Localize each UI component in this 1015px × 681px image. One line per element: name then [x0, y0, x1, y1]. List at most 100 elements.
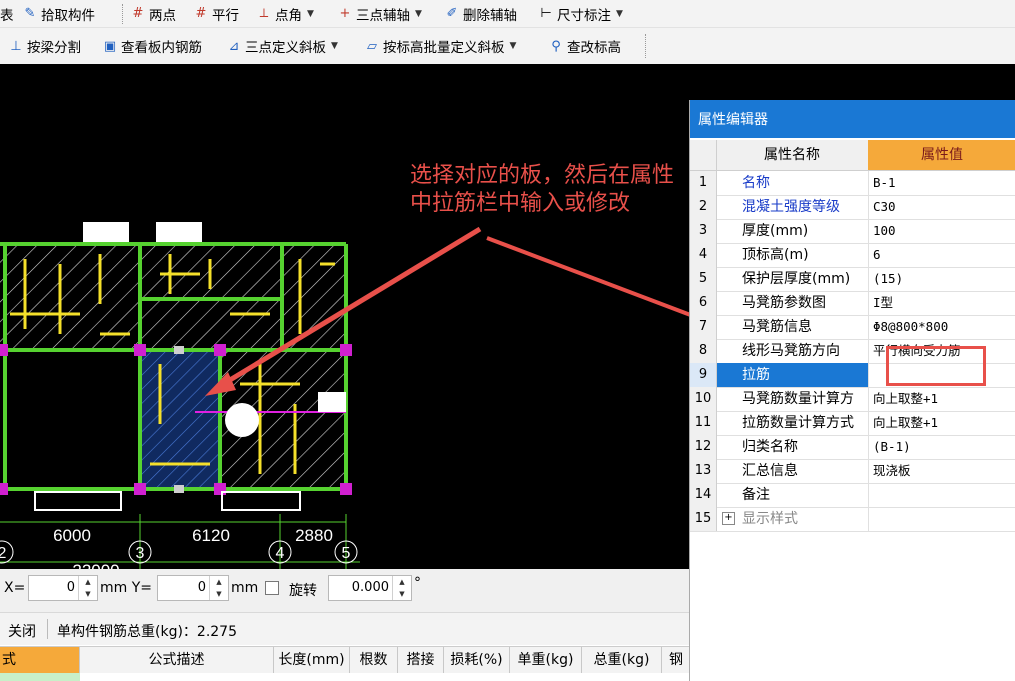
chevron-down-icon[interactable]: ▼: [331, 41, 338, 51]
property-value[interactable]: Φ8@800*800: [868, 315, 1015, 339]
spin-arrows-icon[interactable]: ▲ ▼: [209, 576, 228, 600]
property-value[interactable]: (B-1): [868, 435, 1015, 459]
property-row[interactable]: 12 归类名称 (B-1): [690, 435, 1015, 460]
chevron-down-icon[interactable]: ▼: [415, 9, 422, 19]
expand-icon[interactable]: +: [722, 512, 735, 525]
row-cell: [0, 673, 80, 681]
toolbar-slab: ⊥ 按梁分割 ▣ 查看板内钢筋 ⊿ 三点定义斜板 ▼ ▱ 按标高批量定义斜板 ▼ ⚲ 查改标高: [0, 28, 1015, 64]
row-number: 11: [690, 411, 717, 435]
x-input[interactable]: 0 ▲ ▼: [28, 575, 98, 601]
three-point-axis-button[interactable]: + 三点辅轴 ▼: [337, 0, 422, 27]
axis-label: 2: [0, 545, 7, 562]
column-header[interactable]: 长度(mm): [274, 647, 350, 673]
total-dim-label: 22000: [72, 561, 119, 569]
chevron-down-icon[interactable]: ▼: [616, 9, 623, 19]
property-value[interactable]: [868, 483, 1015, 507]
rebar-panel: 关闭 单构件钢筋总重(kg)：2.275 式 公式描述 长度(mm) 根数 搭接…: [0, 612, 690, 681]
three-point-slope-button[interactable]: ⊿ 三点定义斜板 ▼: [226, 28, 338, 64]
rotate-value: 0.000: [351, 580, 389, 595]
annotation-line2: 中拉筋栏中输入或修改: [410, 191, 630, 216]
y-input[interactable]: 0 ▲ ▼: [157, 575, 229, 601]
property-row[interactable]: 5 保护层厚度(mm) (15): [690, 267, 1015, 292]
property-row[interactable]: 13 汇总信息 现浇板: [690, 459, 1015, 484]
chevron-down-icon[interactable]: ▼: [510, 41, 517, 51]
property-name: 汇总信息: [742, 463, 798, 479]
highlight-box: [886, 346, 986, 386]
row-number: 14: [690, 483, 717, 507]
property-value[interactable]: 向上取整+1: [868, 387, 1015, 411]
property-value[interactable]: 100: [868, 219, 1015, 243]
property-name: 顶标高(m): [742, 247, 809, 263]
property-row[interactable]: 11 拉筋数量计算方式 向上取整+1: [690, 411, 1015, 436]
dimension-button[interactable]: ⊢ 尺寸标注 ▼: [538, 0, 623, 27]
column-header[interactable]: 根数: [350, 647, 398, 673]
property-value[interactable]: I型: [868, 291, 1015, 315]
chevron-down-icon[interactable]: ▼: [307, 9, 314, 19]
column-header[interactable]: 搭接: [398, 647, 444, 673]
dim-label: 2880: [295, 526, 333, 545]
column-header[interactable]: 单重(kg): [510, 647, 582, 673]
property-row[interactable]: 15 + 显示样式: [690, 507, 1015, 532]
property-row[interactable]: 2 混凝土强度等级 C30: [690, 195, 1015, 220]
row-number: 4: [690, 243, 717, 267]
property-row[interactable]: 10 马凳筋数量计算方 向上取整+1: [690, 387, 1015, 412]
close-button[interactable]: 关闭: [8, 621, 36, 641]
property-row[interactable]: 7 马凳筋信息 Φ8@800*800: [690, 315, 1015, 340]
property-value[interactable]: C30: [868, 195, 1015, 219]
selected-slab[interactable]: [140, 349, 220, 489]
column-header[interactable]: 式: [0, 647, 80, 673]
pick-component-button[interactable]: ✎ 拾取构件: [22, 0, 95, 27]
rebar-grid-header: 式 公式描述 长度(mm) 根数 搭接 损耗(%) 单重(kg) 总重(kg) …: [0, 646, 690, 674]
row-number: 12: [690, 435, 717, 459]
property-value[interactable]: 向上取整+1: [868, 411, 1015, 435]
column-header[interactable]: 损耗(%): [444, 647, 510, 673]
table-label: 表: [0, 7, 14, 24]
property-row[interactable]: 1 名称 B-1: [690, 171, 1015, 196]
rebar-grid-row[interactable]: [0, 673, 690, 681]
view-slab-rebar-label: 查看板内钢筋: [121, 40, 202, 56]
coordinate-bar: X= 0 ▲ ▼ mm Y= 0 ▲ ▼ mm 旋转 0.000 ▲ ▼ °: [0, 569, 690, 607]
spin-arrows-icon[interactable]: ▲ ▼: [78, 576, 97, 600]
column-header[interactable]: 钢: [662, 647, 690, 673]
property-row[interactable]: 14 备注: [690, 483, 1015, 508]
property-value[interactable]: [868, 507, 1015, 531]
property-editor: 属性编辑器 属性名称 属性值 1 名称 B-1 2 混凝土强度等级 C30 3 厚度(mm) 1…: [689, 100, 1015, 681]
column-name-header: 属性名称: [716, 140, 869, 170]
column-header[interactable]: 总重(kg): [582, 647, 662, 673]
toolbar-item-table[interactable]: 表: [0, 0, 14, 27]
three-point-axis-icon: +: [339, 6, 351, 21]
rotate-checkbox[interactable]: [265, 581, 279, 595]
point-angle-icon: ⟂: [259, 6, 269, 21]
property-value[interactable]: 现浇板: [868, 459, 1015, 483]
property-row[interactable]: 3 厚度(mm) 100: [690, 219, 1015, 244]
batch-slope-button[interactable]: ▱ 按标高批量定义斜板 ▼: [364, 28, 516, 64]
row-number: 7: [690, 315, 717, 339]
property-row[interactable]: 4 顶标高(m) 6: [690, 243, 1015, 268]
property-value[interactable]: 6: [868, 243, 1015, 267]
y-unit: mm: [231, 580, 259, 596]
property-row[interactable]: 6 马凳筋参数图 I型: [690, 291, 1015, 316]
delete-axis-button[interactable]: ✐ 删除辅轴: [444, 0, 517, 27]
property-name: 线形马凳筋方向: [742, 343, 840, 359]
rotate-input[interactable]: 0.000 ▲ ▼: [328, 575, 412, 601]
property-name: 马凳筋信息: [742, 319, 812, 335]
view-slab-rebar-button[interactable]: ▣ 查看板内钢筋: [102, 28, 202, 64]
spin-arrows-icon[interactable]: ▲ ▼: [392, 576, 411, 600]
point-angle-button[interactable]: ⟂ 点角 ▼: [256, 0, 314, 27]
property-value[interactable]: B-1: [868, 171, 1015, 195]
separator: [645, 34, 647, 58]
split-by-beam-button[interactable]: ⊥ 按梁分割: [8, 28, 81, 64]
property-editor-header: 属性名称 属性值: [690, 140, 1015, 171]
rebar-panel-toolbar: 关闭 单构件钢筋总重(kg)：2.275: [0, 612, 690, 645]
edit-elevation-button[interactable]: ⚲ 查改标高: [548, 28, 621, 64]
column-value-header: 属性值: [868, 140, 1015, 170]
delete-axis-label: 删除辅轴: [463, 7, 517, 24]
parallel-axis-button[interactable]: # 平行: [193, 0, 239, 27]
dim-label: 6000: [53, 526, 91, 545]
property-value[interactable]: (15): [868, 267, 1015, 291]
degree-symbol: °: [414, 575, 421, 591]
two-point-axis-button[interactable]: # 两点: [130, 0, 176, 27]
property-name: 马凳筋参数图: [742, 295, 826, 311]
column-header[interactable]: 公式描述: [80, 647, 274, 673]
dim-label: 6120: [192, 526, 230, 545]
